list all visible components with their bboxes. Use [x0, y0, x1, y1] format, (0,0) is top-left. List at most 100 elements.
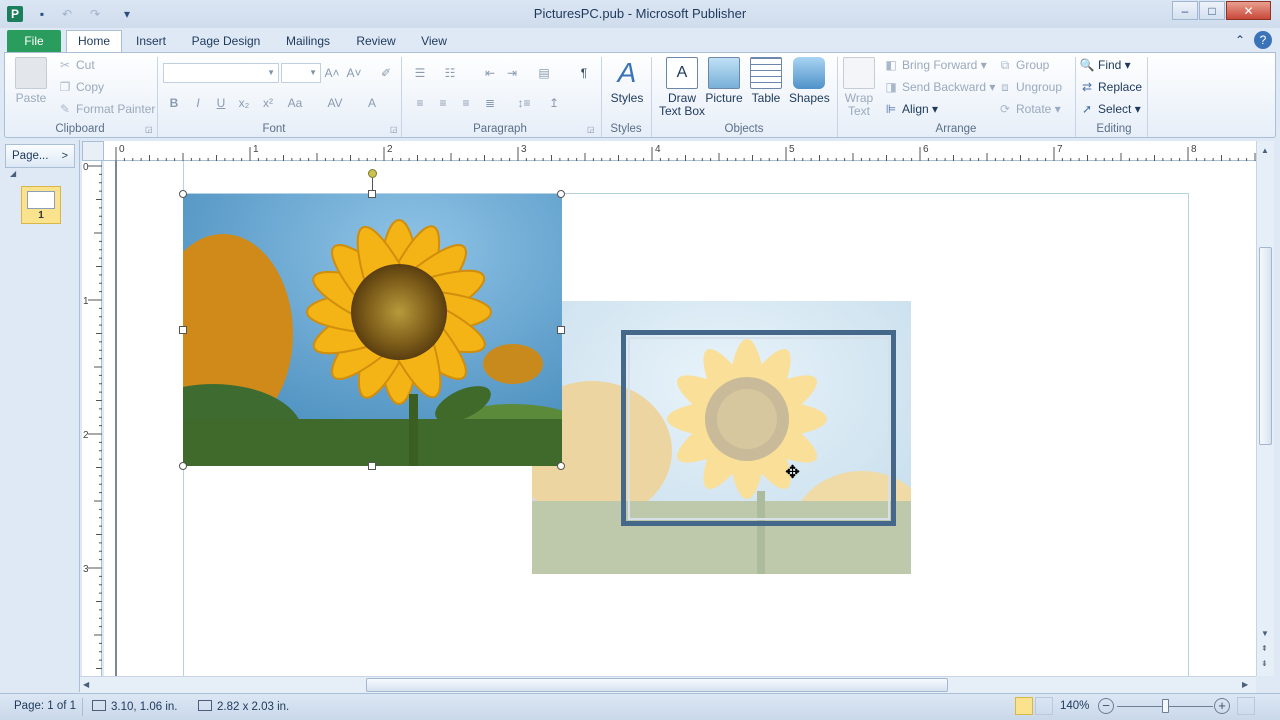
two-page-spread-button[interactable]	[1035, 697, 1053, 715]
minimize-button[interactable]: –	[1172, 1, 1198, 20]
resize-handle-top-left[interactable]	[179, 190, 187, 198]
single-page-view-button[interactable]	[1015, 697, 1033, 715]
scroll-right-icon[interactable]: ▶	[1242, 680, 1248, 689]
font-size-combo[interactable]: ▼	[281, 63, 321, 83]
align-center-icon[interactable]: ≡	[434, 95, 452, 111]
table-button[interactable]: Table	[749, 57, 783, 105]
ungroup-label: Ungroup	[1016, 80, 1063, 94]
collapse-triangle-icon[interactable]: ◢	[10, 169, 16, 178]
align-left-icon[interactable]: ≡	[411, 95, 429, 111]
cut-button[interactable]: ✂ Cut	[57, 57, 95, 73]
clipboard-launcher-icon[interactable]: ◲	[145, 125, 153, 134]
select-button[interactable]: ➚ Select ▾	[1079, 101, 1141, 117]
picture-button[interactable]: Picture	[705, 57, 743, 105]
tab-mailings[interactable]: Mailings	[278, 32, 338, 52]
font-group-label: Font	[262, 123, 286, 135]
selected-picture[interactable]	[183, 194, 562, 466]
maximize-button[interactable]: □	[1199, 1, 1225, 20]
zoom-level[interactable]: 140%	[1060, 700, 1089, 712]
close-button[interactable]: ✕	[1226, 1, 1271, 20]
shrink-font-icon[interactable]: A˅	[345, 65, 363, 81]
page-left-edge	[115, 161, 117, 676]
justify-icon[interactable]: ≣	[481, 95, 499, 111]
next-page-icon[interactable]: ⇟	[1261, 659, 1268, 668]
paragraph-spacing-icon[interactable]: ↥	[545, 95, 563, 111]
horizontal-ruler[interactable]: 0 1 2 3 4 5 6 7 8	[104, 141, 1256, 161]
wrap-text-button[interactable]: Wrap Text	[841, 57, 877, 118]
clear-formatting-icon[interactable]: ✐	[377, 65, 395, 81]
increase-indent-icon[interactable]: ⇥	[503, 65, 521, 81]
tab-insert[interactable]: Insert	[126, 32, 176, 52]
tab-view[interactable]: View	[414, 32, 454, 52]
numbering-icon[interactable]: ☷	[441, 65, 459, 81]
line-spacing-icon[interactable]: ↕≡	[515, 95, 533, 111]
vertical-scroll-thumb[interactable]	[1259, 247, 1272, 445]
previous-page-icon[interactable]: ⇞	[1261, 644, 1268, 653]
font-launcher-icon[interactable]: ◲	[390, 125, 398, 134]
paste-button[interactable]: Paste	[11, 57, 51, 105]
send-backward-button[interactable]: ◨ Send Backward ▾	[883, 79, 995, 95]
tab-home[interactable]: Home	[66, 30, 122, 53]
subscript-icon[interactable]: x₂	[235, 95, 253, 111]
minimize-ribbon-icon[interactable]: ⌃	[1231, 31, 1249, 49]
find-button[interactable]: 🔍 Find ▾	[1079, 57, 1131, 73]
font-color-icon[interactable]: A	[363, 95, 381, 111]
object-position[interactable]: 3.10, 1.06 in.	[92, 700, 178, 713]
zoom-in-icon[interactable]: +	[1214, 698, 1230, 714]
font-name-combo[interactable]: ▼	[163, 63, 279, 83]
styles-icon: A	[617, 57, 637, 88]
change-case-icon[interactable]: Aa	[283, 95, 307, 111]
scroll-left-icon[interactable]: ◀	[83, 680, 89, 689]
page-thumbnail[interactable]: 1	[21, 186, 61, 224]
resize-handle-bottom[interactable]	[368, 462, 376, 470]
grow-font-icon[interactable]: A˄	[323, 65, 341, 81]
bullets-icon[interactable]: ☰	[411, 65, 429, 81]
format-painter-button[interactable]: ✎ Format Painter	[57, 101, 155, 117]
tab-page-design[interactable]: Page Design	[185, 32, 267, 52]
underline-icon[interactable]: U	[212, 95, 230, 111]
zoom-slider-knob[interactable]	[1162, 699, 1169, 713]
bold-icon[interactable]: B	[165, 95, 183, 111]
resize-handle-right[interactable]	[557, 326, 565, 334]
ungroup-button[interactable]: ⧈ Ungroup	[997, 79, 1062, 95]
copy-button[interactable]: ❐ Copy	[57, 79, 104, 95]
resize-handle-bottom-right[interactable]	[557, 462, 565, 470]
tab-review[interactable]: Review	[348, 32, 404, 52]
vertical-scrollbar[interactable]: ▲ ▼ ⇞ ⇟	[1256, 141, 1274, 676]
page-navigation-header[interactable]: Page... >	[5, 144, 75, 168]
align-right-icon[interactable]: ≡	[457, 95, 475, 111]
object-size[interactable]: 2.82 x 2.03 in.	[198, 700, 289, 713]
fit-page-icon[interactable]	[1237, 697, 1255, 715]
replace-button[interactable]: ⇄ Replace	[1079, 79, 1142, 95]
vertical-ruler[interactable]: 0 1 2 3	[82, 161, 102, 676]
resize-handle-top[interactable]	[368, 190, 376, 198]
rotate-button[interactable]: ⟳ Rotate ▾	[997, 101, 1061, 117]
shapes-button[interactable]: Shapes	[789, 57, 830, 105]
workspace[interactable]: ✥	[104, 161, 1256, 676]
page-count[interactable]: Page: 1 of 1	[14, 700, 76, 712]
scroll-up-icon[interactable]: ▲	[1261, 146, 1269, 155]
decrease-indent-icon[interactable]: ⇤	[481, 65, 499, 81]
show-paragraph-marks-icon[interactable]: ¶	[575, 65, 593, 81]
superscript-icon[interactable]: x²	[259, 95, 277, 111]
rotation-handle[interactable]	[368, 169, 377, 178]
horizontal-scroll-thumb[interactable]	[366, 678, 948, 692]
help-icon[interactable]: ?	[1254, 31, 1272, 49]
resize-handle-top-right[interactable]	[557, 190, 565, 198]
align-button[interactable]: ⊫ Align ▾	[883, 101, 938, 117]
italic-icon[interactable]: I	[189, 95, 207, 111]
resize-handle-left[interactable]	[179, 326, 187, 334]
text-label: Text	[847, 104, 870, 118]
group-button[interactable]: ⧉ Group	[997, 57, 1050, 73]
bring-forward-button[interactable]: ◧ Bring Forward ▾	[883, 57, 986, 73]
resize-handle-bottom-left[interactable]	[179, 462, 187, 470]
columns-icon[interactable]: ▤	[535, 65, 553, 81]
horizontal-scrollbar[interactable]: ◀ ▶	[80, 676, 1256, 693]
paragraph-launcher-icon[interactable]: ◲	[587, 125, 595, 134]
tab-file[interactable]: File	[7, 30, 61, 52]
styles-button[interactable]: A Styles	[607, 57, 647, 105]
draw-text-box-button[interactable]: A Draw Text Box	[657, 57, 707, 118]
scroll-down-icon[interactable]: ▼	[1261, 629, 1269, 638]
zoom-out-icon[interactable]: −	[1098, 698, 1114, 714]
character-spacing-icon[interactable]: AV	[323, 95, 347, 111]
